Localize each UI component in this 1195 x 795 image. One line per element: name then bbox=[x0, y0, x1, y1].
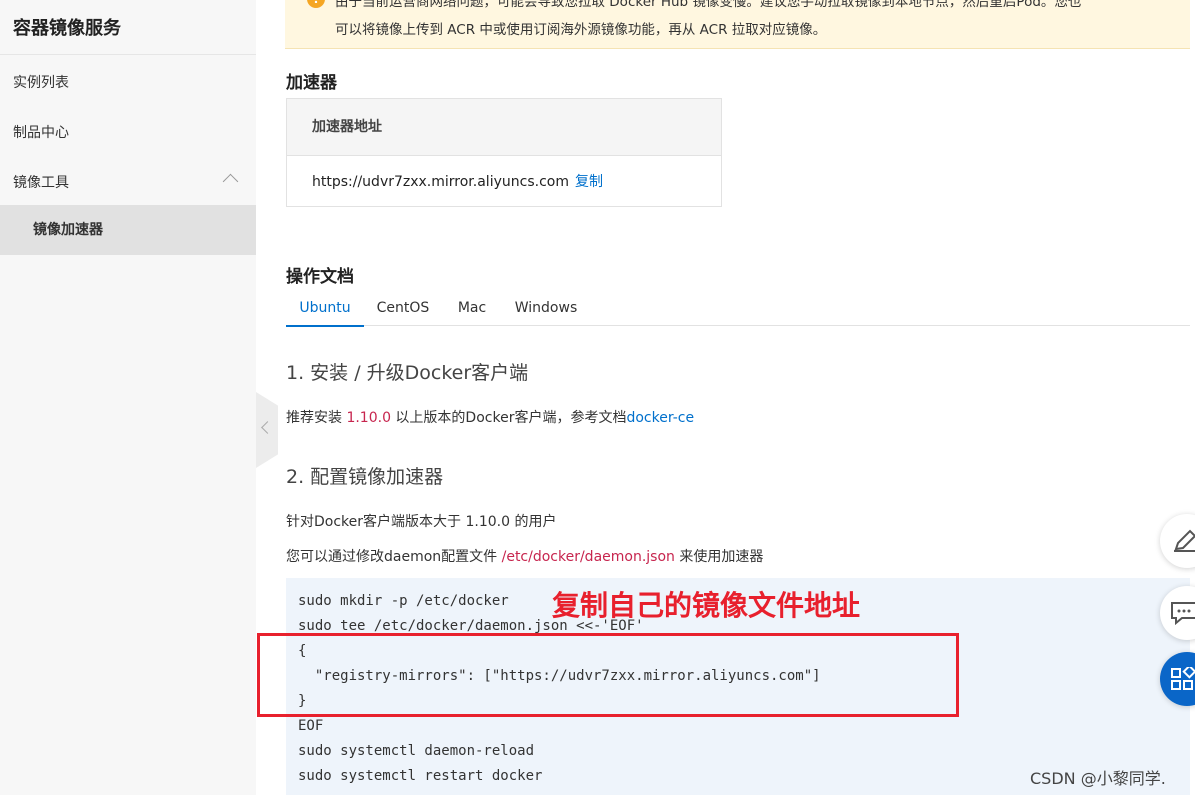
step1-text: 推荐安装 1.10.0 以上版本的Docker客户端，参考文档docker-ce bbox=[286, 407, 694, 427]
tab-windows[interactable]: Windows bbox=[508, 292, 584, 325]
step2-title: 2. 配置镜像加速器 bbox=[286, 466, 444, 488]
sidebar-item-image-tools[interactable]: 镜像工具 bbox=[0, 158, 256, 208]
accelerator-heading: 加速器 bbox=[286, 73, 337, 93]
docs-heading: 操作文档 bbox=[286, 267, 354, 287]
accelerator-column-header: 加速器地址 bbox=[287, 99, 721, 156]
tab-ubuntu[interactable]: Ubuntu bbox=[286, 292, 364, 327]
sidebar-item-instances[interactable]: 实例列表 bbox=[0, 58, 256, 108]
sidebar-item-image-accelerator[interactable]: 镜像加速器 bbox=[0, 205, 256, 255]
step2-text-1: 针对Docker客户端版本大于 1.10.0 的用户 bbox=[286, 514, 557, 530]
chat-icon bbox=[1171, 602, 1195, 625]
os-tabs: Ubuntu CentOS Mac Windows bbox=[286, 292, 1190, 327]
warning-icon: ! bbox=[307, 0, 325, 8]
sidebar-title: 容器镜像服务 bbox=[13, 18, 121, 39]
chevron-up-icon bbox=[222, 173, 239, 190]
daemon-json-path: /etc/docker/daemon.json bbox=[501, 549, 675, 565]
notice-text: 由于当前运营商网络问题，可能会导致您拉取 Docker Hub 镜像变慢。建议您… bbox=[335, 0, 1185, 44]
accelerator-address: https://udvr7zxx.mirror.aliyuncs.com bbox=[312, 174, 569, 190]
notice-line-2: 可以将镜像上传到 ACR 中或使用订阅海外源镜像功能，再从 ACR 拉取对应镜像… bbox=[335, 22, 827, 38]
sidebar-item-artifacts[interactable]: 制品中心 bbox=[0, 108, 256, 158]
sidebar-item-label: 镜像工具 bbox=[13, 175, 69, 191]
notice-line-1: 由于当前运营商网络问题，可能会导致您拉取 Docker Hub 镜像变慢。建议您… bbox=[335, 0, 1082, 10]
step1-text-pre: 推荐安装 bbox=[286, 410, 347, 426]
tab-centos[interactable]: CentOS bbox=[368, 292, 438, 325]
code-line: sudo systemctl restart docker bbox=[298, 768, 543, 784]
code-line: sudo systemctl daemon-reload bbox=[298, 743, 535, 759]
edit-button[interactable] bbox=[1160, 514, 1195, 568]
annotation-text: 复制自己的镜像文件地址 bbox=[552, 589, 861, 622]
step2-text-post: 来使用加速器 bbox=[674, 549, 764, 565]
step1-text-mid: 以上版本的Docker客户端，参考文档 bbox=[390, 410, 627, 426]
step2-text-2: 您可以通过修改daemon配置文件 /etc/docker/daemon.jso… bbox=[286, 546, 763, 566]
tab-mac[interactable]: Mac bbox=[448, 292, 496, 325]
copy-link[interactable]: 复制 bbox=[575, 174, 603, 190]
step1-title: 1. 安装 / 升级Docker客户端 bbox=[286, 362, 529, 384]
step2-text-pre: 您可以通过修改daemon配置文件 bbox=[286, 549, 502, 565]
annotation-highlight-box bbox=[257, 633, 959, 717]
watermark: CSDN @小黎同学. bbox=[1030, 769, 1166, 788]
sidebar-divider bbox=[0, 54, 256, 55]
notice-banner: ! 由于当前运营商网络问题，可能会导致您拉取 Docker Hub 镜像变慢。建… bbox=[285, 0, 1190, 49]
sidebar-collapse-handle[interactable] bbox=[256, 392, 278, 468]
pencil-icon bbox=[1174, 529, 1195, 552]
code-line: EOF bbox=[298, 718, 324, 734]
sidebar: 容器镜像服务 实例列表 制品中心 镜像工具 镜像加速器 bbox=[0, 0, 256, 795]
accelerator-row: https://udvr7zxx.mirror.aliyuncs.com 复制 bbox=[287, 156, 721, 208]
docker-ce-link[interactable]: docker-ce bbox=[626, 410, 694, 426]
accelerator-table: 加速器地址 https://udvr7zxx.mirror.aliyuncs.c… bbox=[286, 98, 722, 207]
step1-version: 1.10.0 bbox=[346, 410, 391, 426]
apps-grid-icon bbox=[1171, 667, 1195, 690]
code-line: sudo mkdir -p /etc/docker bbox=[298, 593, 509, 609]
chevron-left-icon bbox=[261, 421, 274, 434]
